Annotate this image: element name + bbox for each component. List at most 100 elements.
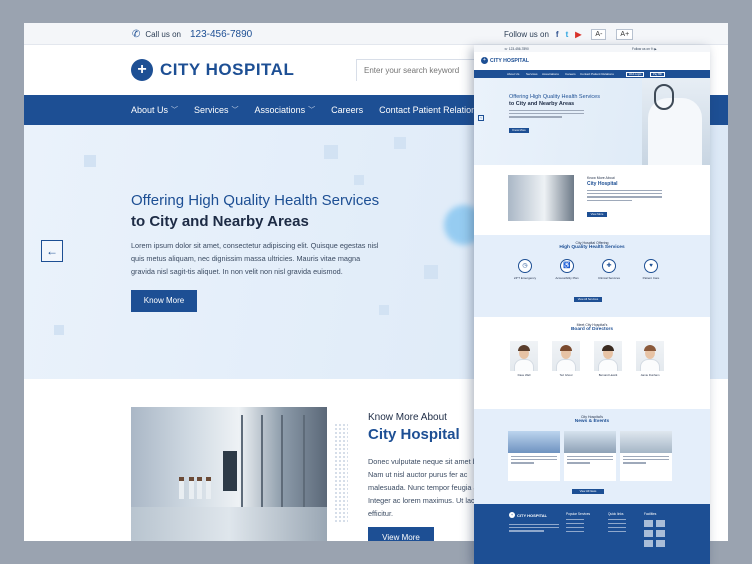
preview-logo-text: CITY HOSPITAL	[490, 57, 530, 64]
preview-about-title: City Hospital	[587, 181, 618, 187]
preview-nav-item: About Us	[507, 72, 520, 76]
preview-corridor-photo	[508, 175, 574, 221]
phone-number[interactable]: 123-456-7890	[190, 29, 252, 40]
footer-column: Facilities	[644, 512, 656, 516]
preview-board-heading: Meet City Hospital's Board of Directors	[474, 323, 710, 332]
service-card: ◷ 24*7 Emergency	[508, 259, 542, 280]
preview-about-text	[587, 190, 662, 203]
stethoscope-icon	[654, 84, 674, 110]
site-logo[interactable]: + CITY HOSPITAL	[131, 59, 294, 81]
nav-label: Services	[194, 105, 229, 115]
footer-col-title: Popular Services	[566, 512, 591, 516]
preview-nav-pill: Pay Bill	[650, 71, 665, 77]
call-info: ✆ Call us on 123-456-7890	[132, 29, 252, 40]
preview-nav-item: Contact Patient Relations	[580, 72, 614, 76]
news-card	[564, 431, 616, 481]
nav-item-services[interactable]: Services ﹀	[194, 105, 239, 115]
director-card: Dave Wall	[510, 341, 538, 377]
about-title: City Hospital	[368, 426, 460, 443]
preview-all-news-button: View All News	[572, 489, 604, 494]
director-card: Teri Ghoul	[552, 341, 580, 377]
preview-hero-line1: Offering High Quality Health Services	[509, 94, 600, 100]
font-increase-button[interactable]: A+	[616, 29, 634, 40]
preview-all-services-button: View All Services	[574, 297, 602, 302]
facebook-icon[interactable]: f	[556, 30, 559, 39]
preview-header: + CITY HOSPITAL	[474, 52, 710, 70]
nav-item-associations[interactable]: Associations ﹀	[255, 105, 316, 115]
preview-about: Know More About City Hospital View More	[474, 165, 710, 235]
nav-label: Associations	[254, 105, 306, 115]
nav-item-careers[interactable]: Careers	[331, 105, 363, 115]
director-name: Bernard Hewitt	[598, 373, 618, 377]
preview-nav-item: Associations	[542, 72, 559, 76]
hospital-corridor-photo	[131, 407, 327, 541]
cross-icon: +	[481, 57, 488, 64]
director-name: Teri Ghoul	[559, 373, 573, 377]
follow-label: Follow us on	[504, 30, 549, 39]
preview-prev-arrow: ‹	[478, 115, 484, 121]
preview-news-title: News & Events	[574, 419, 610, 424]
social-links: Follow us on f t ▶ A- A+	[504, 29, 634, 40]
preview-news-heading: City Hospital's News & Events	[474, 415, 710, 424]
director-name: Dave Wall	[517, 373, 531, 377]
preview-services-heading: City Hospital Offering High Quality Heal…	[474, 241, 710, 250]
font-decrease-button[interactable]: A-	[591, 29, 607, 40]
youtube-icon[interactable]: ▶	[575, 30, 581, 39]
hero-prev-arrow[interactable]: ←	[41, 240, 63, 262]
about-body: Donec vulputate neque sit amet bus. Nam …	[368, 457, 487, 518]
about-kicker: Know More About	[368, 412, 447, 423]
preview-services-title: High Quality Health Services	[559, 245, 625, 250]
chevron-down-icon: ﹀	[308, 107, 316, 114]
footer-column: Popular Services	[566, 512, 590, 532]
news-card	[508, 431, 560, 481]
phone-icon: ✆	[132, 29, 141, 40]
service-card: ♿ Accessibility Plan	[550, 259, 584, 280]
know-more-button[interactable]: Know More	[131, 290, 197, 312]
service-name: Patient Care	[642, 276, 660, 280]
service-name: Clinical Services	[597, 276, 620, 280]
cross-icon: +	[509, 512, 515, 518]
nav-label: Careers	[331, 105, 364, 115]
preview-services: City Hospital Offering High Quality Heal…	[474, 235, 710, 317]
preview-news: City Hospital's News & Events View All N…	[474, 409, 710, 504]
preview-hero-title: Offering High Quality Health Services to…	[509, 94, 600, 108]
preview-hero-line2: to City and Nearby Areas	[509, 101, 575, 107]
chevron-down-icon: ﹀	[231, 107, 239, 114]
search-input[interactable]	[357, 60, 485, 81]
hero-body: Lorem ipsum dolor sit amet, consectetur …	[131, 241, 379, 276]
preview-logo: + CITY HOSPITAL	[481, 57, 529, 64]
preview-footer: + CITY HOSPITAL Popular Services Quick l…	[474, 504, 710, 564]
news-card	[620, 431, 672, 481]
preview-footer-logo-text: CITY HOSPITAL	[517, 512, 548, 518]
clinic-icon: ✚	[602, 259, 616, 273]
hero-title-line1: Offering High Quality Health Services	[131, 192, 380, 209]
hero-title-line2: to City and Nearby Areas	[131, 213, 309, 230]
top-bar: ✆ Call us on 123-456-7890 Follow us on f…	[24, 23, 728, 45]
footer-col-title: Quick links	[608, 512, 624, 516]
preview-nav-item: Careers	[565, 72, 576, 76]
service-card: ♥ Patient Care	[634, 259, 668, 280]
director-name: Jamie Dunham	[640, 373, 660, 377]
chevron-down-icon: ﹀	[171, 107, 179, 114]
footer-column: Quick links	[608, 512, 626, 532]
preview-hero: ‹ Offering High Quality Health Services …	[474, 78, 710, 165]
nav-item-contact[interactable]: Contact Patient Relations	[379, 105, 481, 115]
nav-label: About Us	[131, 105, 169, 115]
service-name: 24*7 Emergency	[513, 276, 537, 280]
twitter-icon[interactable]: t	[566, 30, 569, 39]
director-card: Bernard Hewitt	[594, 341, 622, 377]
preview-nav-item: Services	[526, 72, 538, 76]
cross-icon: +	[131, 59, 153, 81]
footer-col-title: Facilities	[644, 512, 657, 516]
preview-nav: About Us Services Associations Careers C…	[474, 70, 710, 78]
dot-pattern	[334, 423, 348, 523]
full-page-preview: ☏ 123-456-7890 Follow us on f t ▶ + CITY…	[474, 45, 710, 564]
preview-top-bar: ☏ 123-456-7890 Follow us on f t ▶	[474, 45, 710, 52]
preview-nav-pill: Web Login	[626, 71, 645, 77]
hero-title: Offering High Quality Health Services to…	[131, 190, 379, 232]
view-more-button[interactable]: View More	[368, 527, 434, 541]
director-card: Jamie Dunham	[636, 341, 664, 377]
nav-label: Contact Patient Relations	[379, 105, 481, 115]
nav-item-about-us[interactable]: About Us ﹀	[131, 105, 178, 115]
preview-footer-logo: + CITY HOSPITAL	[509, 512, 547, 518]
